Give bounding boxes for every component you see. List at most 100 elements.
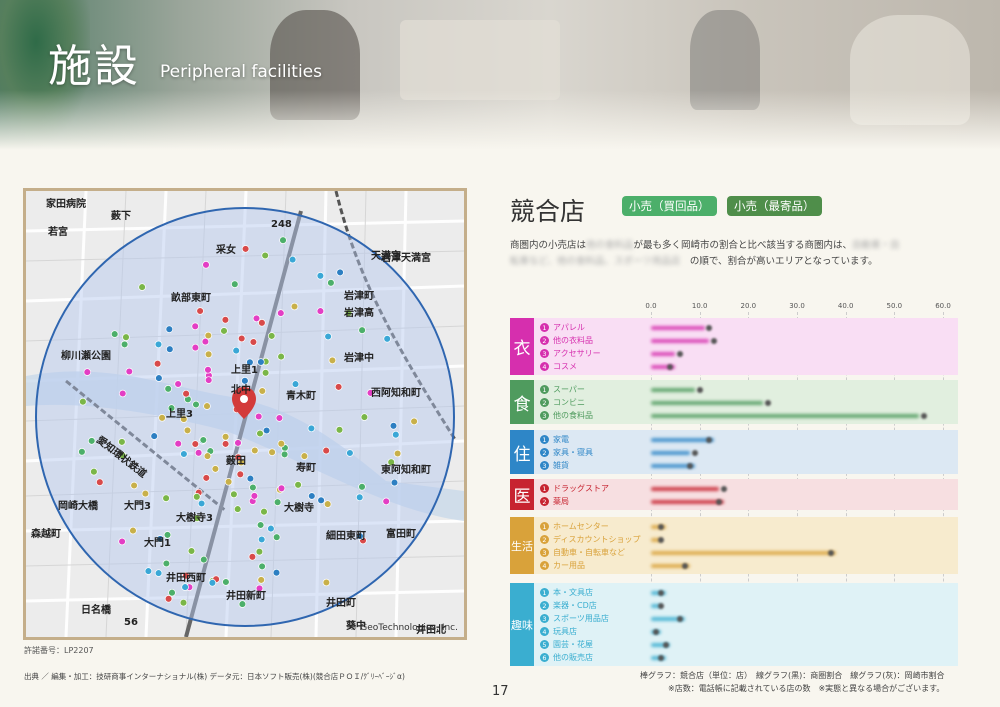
store-marker — [241, 245, 250, 253]
description-text: 商圏内の小売店は他の食料品が最も多く岡崎市の割合と比べ該当する商圏内は、自動車・… — [510, 238, 960, 270]
store-marker — [261, 369, 270, 377]
item-label: 他の衣料品 — [553, 336, 593, 345]
category-item: 2 家具・寝具 — [540, 446, 593, 459]
store-marker — [201, 337, 210, 346]
store-marker — [204, 376, 213, 384]
item-label: ホームセンター — [553, 522, 609, 531]
category-item: 3 他の食料品 — [540, 409, 593, 422]
store-marker — [138, 283, 146, 291]
item-number: 2 — [540, 398, 549, 407]
store-marker — [193, 493, 201, 501]
line-point — [920, 413, 927, 419]
store-marker — [165, 325, 174, 333]
store-marker — [262, 426, 271, 435]
store-marker — [327, 279, 335, 287]
store-marker — [231, 280, 239, 288]
line-point — [662, 642, 669, 648]
category-item: 6 他の販売店 — [540, 651, 593, 664]
item-number: 2 — [540, 336, 549, 345]
item-number: 1 — [540, 323, 549, 332]
bar — [651, 438, 715, 442]
map-place-label: 若宮 — [47, 225, 68, 238]
store-marker — [383, 335, 391, 343]
bar — [651, 414, 919, 418]
page-number: 17 — [492, 684, 509, 699]
map-place-label: 岩津高 — [343, 306, 374, 319]
bar — [651, 551, 836, 555]
header-fade — [0, 90, 1000, 150]
section-title: 競合店 — [510, 197, 586, 226]
category-item: 3 アクセサリー — [540, 347, 601, 360]
item-label: スポーツ用品店 — [553, 614, 609, 623]
store-marker — [194, 449, 203, 457]
map-place-label: 青木町 — [286, 389, 316, 402]
map-place-label: 東阿知和町 — [381, 463, 431, 476]
store-marker — [154, 569, 163, 577]
map-place-label: 薮田 — [226, 454, 246, 467]
store-marker — [258, 562, 266, 571]
map-place-label: 上里3 — [166, 407, 193, 420]
store-marker — [130, 481, 138, 490]
store-marker — [410, 417, 418, 426]
category-group: 食 1 スーパー 2 コンビニ 3 他の食料品 — [510, 380, 958, 424]
page-subtitle: Peripheral facilities — [160, 62, 322, 82]
map-place-label: 岩津町 — [343, 289, 374, 302]
bar — [651, 388, 695, 392]
map-place-label: 岡崎大橋 — [58, 499, 99, 512]
map-place-label: 大樹寺3 — [176, 511, 213, 524]
page-title: 施設 — [48, 41, 140, 92]
line-point — [657, 655, 664, 661]
desc-blurred: 転車など、他の食料品、スポーツ用品店 — [510, 256, 681, 267]
store-marker — [336, 268, 344, 277]
store-marker — [162, 494, 170, 502]
category-label: 生活 — [510, 517, 534, 574]
category-item: 2 他の衣料品 — [540, 334, 593, 347]
store-marker — [234, 439, 242, 447]
map-place-label: 細田東町 — [326, 529, 366, 542]
desc-blurred: 他の食料品 — [586, 240, 634, 251]
store-marker — [260, 507, 268, 516]
line-point — [657, 537, 664, 543]
store-marker — [280, 450, 289, 459]
store-marker — [279, 236, 287, 244]
store-marker — [258, 387, 267, 395]
store-marker — [153, 359, 162, 368]
category-group: 住 1 家電 2 家具・寝具 3 雑貨 — [510, 430, 958, 474]
item-label: 薬局 — [553, 497, 569, 506]
map-place-label: 岩津天満宮 — [380, 251, 431, 264]
map-place-label: 岩津中 — [343, 351, 374, 364]
store-marker — [277, 352, 285, 361]
store-marker — [291, 380, 300, 388]
store-marker — [335, 426, 344, 434]
store-marker — [158, 414, 166, 422]
store-marker — [197, 499, 206, 508]
store-marker — [252, 314, 261, 323]
chart-note: ※店数：電話帳に記載されている店の数 ※実態と異なる場合がございます。 — [668, 684, 945, 693]
category-group: 医 1 ドラッグストア 2 薬局 — [510, 479, 958, 510]
map-place-label: 上里1 — [231, 363, 258, 376]
axis-tick-label: 10.0 — [691, 302, 708, 310]
item-number: 1 — [540, 522, 549, 531]
store-marker — [179, 598, 188, 607]
item-label: 家電 — [553, 435, 569, 444]
source-note: 出典 ／ 編集・加工：技研商事インターナショナル(株) データ元：日本ソフト販売… — [24, 672, 405, 681]
map-place-label: 采女 — [215, 243, 236, 256]
store-marker — [79, 397, 87, 406]
axis-tick-label: 0.0 — [645, 302, 657, 310]
category-label: 食 — [510, 380, 534, 424]
map-place-label: 家田病院 — [46, 197, 86, 210]
store-marker — [294, 481, 302, 489]
store-marker — [236, 470, 245, 479]
item-number: 4 — [540, 561, 549, 570]
category-label: 住 — [510, 430, 534, 474]
store-marker — [316, 307, 325, 315]
line-point — [657, 524, 664, 530]
store-marker — [174, 439, 182, 448]
store-marker — [277, 439, 286, 448]
store-marker — [202, 261, 210, 269]
store-marker — [277, 309, 285, 317]
store-marker — [254, 412, 263, 421]
chart-legend: 棒グラフ：競合店（単位：店） 線グラフ(黒)：商圏割合 線グラフ(灰)：岡崎市割… — [640, 671, 945, 680]
item-number: 2 — [540, 601, 549, 610]
item-label: 本・文具店 — [553, 588, 593, 597]
